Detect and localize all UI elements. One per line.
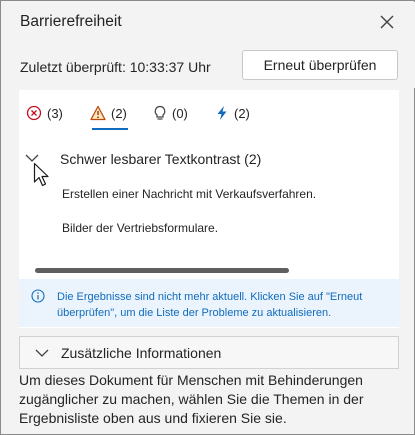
pane-header: Barrierefreiheit [2,2,415,40]
warning-triangle-icon [90,105,106,121]
tab-warnings-count: (2) [111,105,127,121]
last-checked-text: Zuletzt überprüft: 10:33:37 Uhr [20,59,211,75]
tab-intelligent-services-count: (2) [234,105,250,121]
lightning-icon [217,106,227,120]
status-row: Zuletzt überprüft: 10:33:37 Uhr Erneut ü… [2,40,415,88]
error-circle-icon [26,105,42,121]
selected-tab-indicator [92,128,128,130]
pane-title: Barrierefreiheit [20,13,122,30]
category-tabs: (3) (2) (0) (2) [19,90,399,134]
tab-errors[interactable]: (3) [26,100,63,126]
info-icon [31,289,45,303]
mouse-pointer-icon [33,162,49,187]
additional-info-expander[interactable]: Zusätzliche Informationen [19,336,399,369]
lightbulb-icon [154,105,166,120]
chevron-down-icon [35,349,49,357]
issue-item-1[interactable]: Erstellen einer Nachricht mit Verkaufsve… [62,187,316,201]
outdated-results-notice: Die Ergebnisse sind nicht mehr aktuell. … [19,279,399,327]
recheck-button[interactable]: Erneut überprüfen [242,50,398,80]
issue-group-header[interactable]: Schwer lesbarer Textkontrast (2) [19,148,399,170]
close-button[interactable] [372,8,402,36]
tab-errors-count: (3) [47,105,63,121]
issue-group-title: Schwer lesbarer Textkontrast (2) [60,151,262,167]
issue-item-2[interactable]: Bilder der Vertriebsformulare. [62,221,218,235]
tab-tips[interactable]: (0) [153,100,188,126]
accessibility-pane: Barrierefreiheit Zuletzt überprüft: 10:3… [0,0,415,435]
additional-info-label: Zusätzliche Informationen [61,345,222,361]
close-icon [380,15,394,29]
tab-warnings[interactable]: (2) [90,100,127,126]
tab-intelligent-services[interactable]: (2) [215,100,250,126]
horizontal-scrollbar[interactable] [35,268,289,273]
tab-tips-count: (0) [172,105,188,121]
pane-description: Um dieses Dokument für Menschen mit Behi… [19,372,364,426]
notice-text: Die Ergebnisse sind nicht mehr aktuell. … [57,291,363,319]
